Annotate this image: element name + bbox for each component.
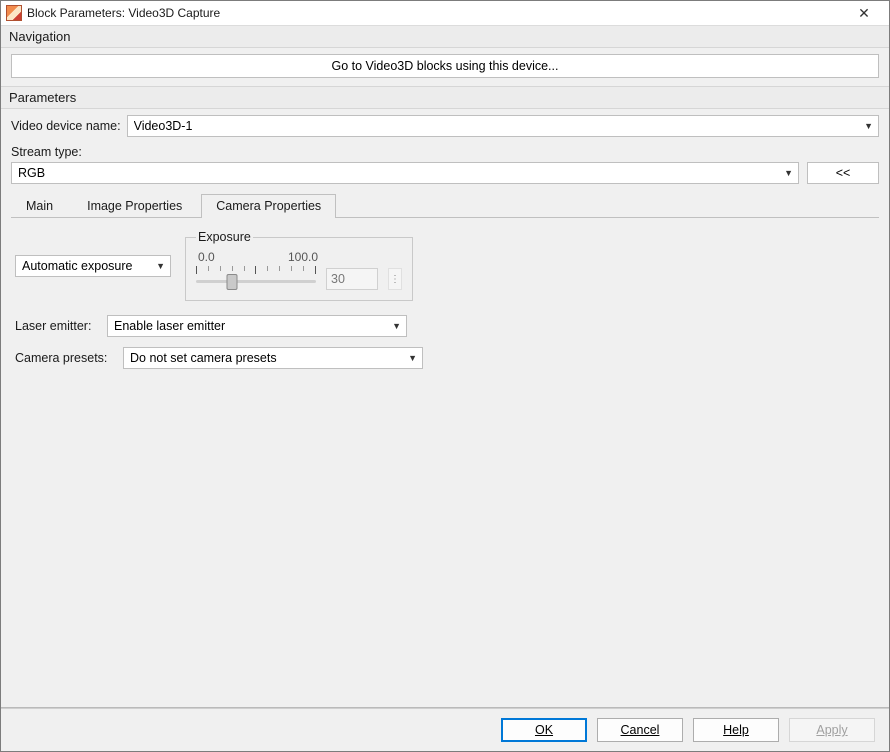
stream-type-select-wrap: ▼ — [11, 162, 799, 184]
tab-image-properties[interactable]: Image Properties — [72, 194, 197, 218]
apply-button[interactable]: Apply — [789, 718, 875, 742]
window-title: Block Parameters: Video3D Capture — [27, 6, 842, 20]
dialog-body: Navigation Go to Video3D blocks using th… — [1, 26, 889, 751]
parameters-section: Video device name: ▼ Stream type: ▼ < — [1, 109, 889, 707]
help-label: Help — [723, 723, 749, 737]
tab-content-camera-properties: ▼ Exposure 0.0 100.0 — [11, 218, 879, 699]
stream-type-controls: ▼ << — [11, 162, 879, 184]
close-button[interactable]: ✕ — [842, 1, 886, 26]
exposure-group-label: Exposure — [196, 230, 253, 244]
camera-presets-label: Camera presets: — [15, 351, 115, 365]
tab-main[interactable]: Main — [11, 194, 68, 218]
laser-emitter-label: Laser emitter: — [15, 319, 99, 333]
tab-camera-properties[interactable]: Camera Properties — [201, 194, 336, 218]
exposure-max-label: 100.0 — [288, 250, 318, 264]
exposure-slider-row: ⋮ — [196, 266, 402, 292]
exposure-actions-button[interactable]: ⋮ — [388, 268, 402, 290]
video-device-label: Video device name: — [11, 119, 121, 133]
section-header-parameters: Parameters — [1, 86, 889, 109]
video-device-select-wrap: ▼ — [127, 115, 879, 137]
ok-label: OK — [535, 723, 553, 737]
goto-video3d-blocks-button[interactable]: Go to Video3D blocks using this device..… — [11, 54, 879, 78]
slider-thumb[interactable] — [227, 274, 238, 290]
dialog-window: Block Parameters: Video3D Capture ✕ Navi… — [0, 0, 890, 752]
help-button[interactable]: Help — [693, 718, 779, 742]
vertical-dots-icon: ⋮ — [390, 274, 400, 285]
ok-button[interactable]: OK — [501, 718, 587, 742]
laser-emitter-select-wrap: ▼ — [107, 315, 407, 337]
exposure-min-label: 0.0 — [198, 250, 215, 264]
navigation-section: Go to Video3D blocks using this device..… — [1, 48, 889, 86]
exposure-scale: 0.0 100.0 — [198, 250, 318, 264]
stream-type-select[interactable] — [11, 162, 799, 184]
stream-type-row: Stream type: ▼ << — [11, 145, 879, 184]
tab-pane: Main Image Properties Camera Properties … — [11, 192, 879, 699]
laser-emitter-row: Laser emitter: ▼ — [15, 315, 875, 337]
exposure-mode-select[interactable] — [15, 255, 171, 277]
camera-presets-select-wrap: ▼ — [123, 347, 423, 369]
titlebar: Block Parameters: Video3D Capture ✕ — [1, 1, 889, 26]
tabstrip: Main Image Properties Camera Properties — [11, 194, 879, 218]
video-device-row: Video device name: ▼ — [11, 115, 879, 137]
exposure-mode-select-wrap: ▼ — [15, 255, 171, 277]
close-icon: ✕ — [858, 5, 870, 22]
slider-track — [196, 280, 316, 283]
exposure-group: Exposure 0.0 100.0 — [185, 230, 413, 301]
button-bar: OK Cancel Help Apply — [1, 709, 889, 751]
laser-emitter-select[interactable] — [107, 315, 407, 337]
camera-presets-row: Camera presets: ▼ — [15, 347, 875, 369]
apply-label: Apply — [816, 723, 847, 737]
collapse-button[interactable]: << — [807, 162, 879, 184]
exposure-row: ▼ Exposure 0.0 100.0 — [15, 230, 875, 301]
scroll-area: Navigation Go to Video3D blocks using th… — [1, 26, 889, 707]
app-icon — [6, 5, 22, 21]
stream-type-label: Stream type: — [11, 145, 879, 159]
slider-ticks — [196, 266, 316, 276]
cancel-button[interactable]: Cancel — [597, 718, 683, 742]
exposure-value-input[interactable] — [326, 268, 378, 290]
section-header-navigation: Navigation — [1, 26, 889, 48]
video-device-select[interactable] — [127, 115, 879, 137]
camera-presets-select[interactable] — [123, 347, 423, 369]
cancel-label: Cancel — [621, 723, 660, 737]
exposure-slider[interactable] — [196, 266, 316, 292]
